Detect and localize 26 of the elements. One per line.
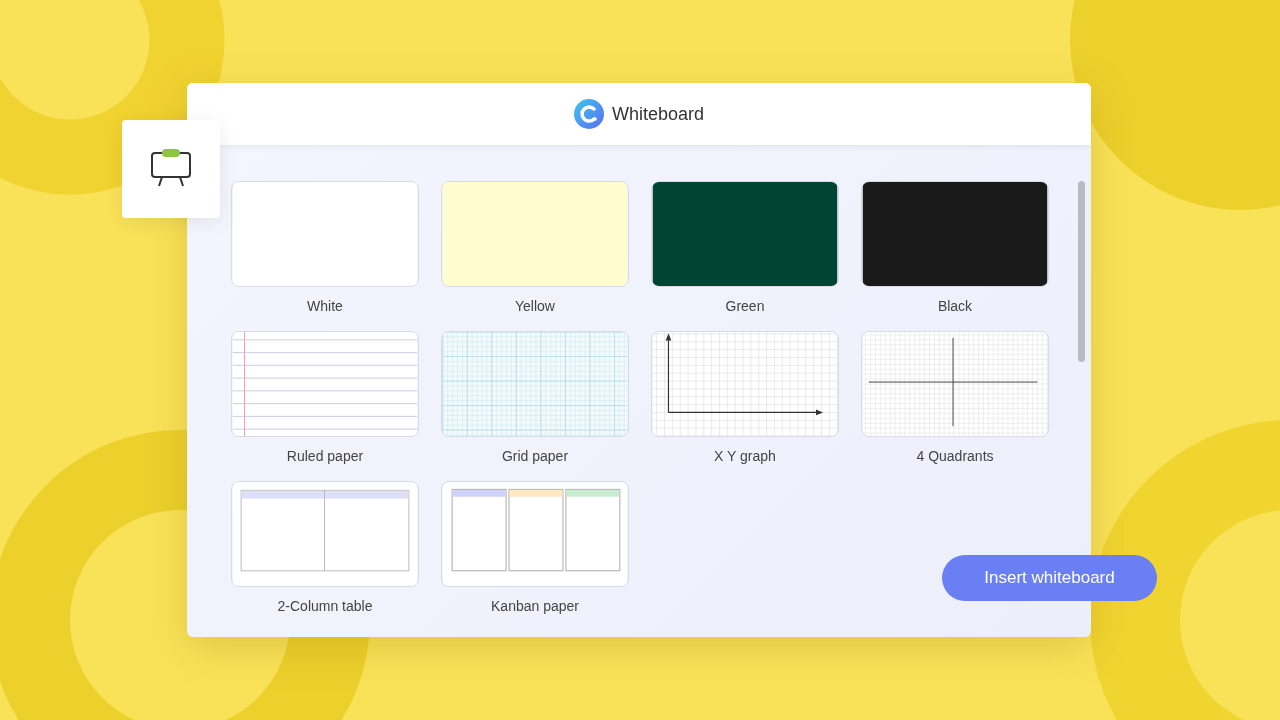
insert-button[interactable]: Insert whiteboard [942, 555, 1157, 601]
template-thumbnail[interactable] [651, 181, 839, 287]
template-label: White [306, 297, 344, 316]
template-label: Green [724, 297, 766, 316]
template-label: Black [936, 297, 974, 316]
template-thumbnail[interactable] [861, 181, 1049, 287]
scrollbar[interactable] [1078, 181, 1085, 362]
template-thumbnail[interactable] [231, 481, 419, 587]
template-label: X Y graph [713, 447, 777, 466]
window-title: Whiteboard [611, 102, 705, 126]
template-thumbnail[interactable] [231, 331, 419, 437]
template-thumbnail[interactable] [861, 331, 1049, 437]
template-label: 4 Quadrants [915, 447, 995, 466]
easel-icon [150, 148, 192, 188]
template-label: Ruled paper [285, 447, 365, 466]
template-thumbnail[interactable] [441, 181, 629, 287]
logo-icon [573, 99, 604, 129]
whiteboard-tile[interactable] [122, 120, 220, 218]
template-thumbnail[interactable] [441, 481, 629, 587]
template-label: Yellow [514, 297, 556, 316]
template-thumbnail[interactable] [231, 181, 419, 287]
template-thumbnail[interactable] [441, 331, 629, 437]
template-label: Grid paper [500, 447, 570, 466]
template-label: Kanban paper [490, 597, 580, 616]
template-label: 2-Column table [276, 597, 374, 616]
template-thumbnail[interactable] [651, 331, 839, 437]
